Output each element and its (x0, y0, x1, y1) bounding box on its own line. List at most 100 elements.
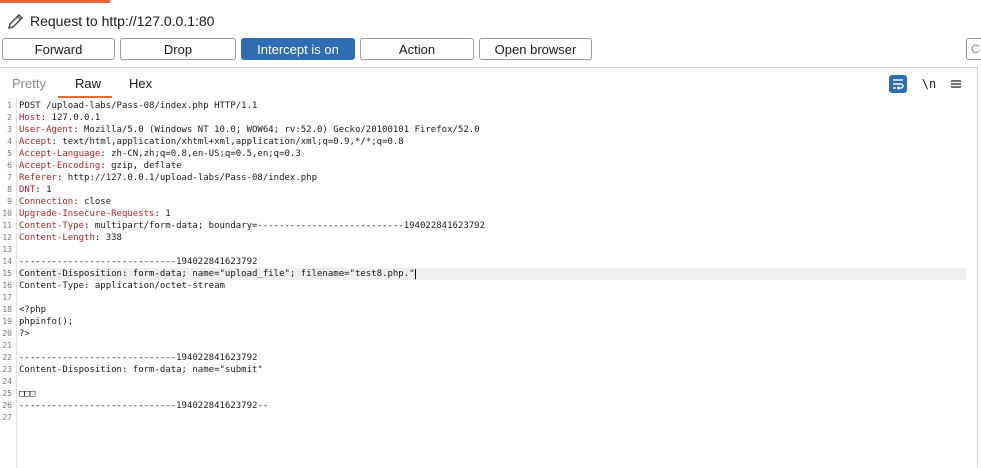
header-name: Upgrade-Insecure-Requests (19, 209, 155, 219)
request-line[interactable]: 5 Accept-Language: zh-CN,zh;q=0.8,en-US;q… (0, 148, 968, 160)
request-line[interactable]: 26 -----------------------------194022841… (0, 400, 968, 412)
request-line[interactable]: 4 Accept: text/html,application/xhtml+xml… (0, 136, 968, 148)
request-line[interactable]: 17 (0, 292, 968, 304)
header-value: : zh-CN,zh;q=0.8,en-US;q=0.5,en;q=0.3 (100, 149, 301, 159)
drop-button[interactable]: Drop (120, 38, 236, 60)
request-line[interactable]: 24 (0, 376, 968, 388)
line-number: 5 (7, 149, 12, 158)
action-button[interactable]: Action (360, 38, 474, 60)
tab-hex[interactable]: Hex (129, 76, 152, 91)
raw-request-editor[interactable]: 1 POST /upload-labs/Pass-08/index.php HTT… (0, 98, 977, 468)
header-value: : gzip, deflate (100, 161, 182, 171)
open-browser-button[interactable]: Open browser (479, 38, 592, 60)
request-title-bar: Request to http://127.0.0.1:80 (0, 6, 214, 36)
word-wrap-toggle[interactable] (889, 75, 907, 93)
hamburger-menu-icon (951, 80, 961, 88)
header-value: : 127.0.0.1 (40, 113, 101, 123)
forward-button[interactable]: Forward (2, 38, 115, 60)
line-number: 1 (7, 101, 12, 110)
request-line[interactable]: 20 ?> (0, 328, 968, 340)
header-value: : http://127.0.0.1/upload-labs/Pass-08/i… (56, 173, 318, 183)
line-number: 27 (2, 413, 12, 422)
request-line[interactable]: 15 Content-Disposition: form-data; name="… (0, 268, 968, 280)
request-line[interactable]: 10 Upgrade-Insecure-Requests: 1 (0, 208, 968, 220)
request-line[interactable]: 3 User-Agent: Mozilla/5.0 (Windows NT 10.… (0, 124, 968, 136)
header-value: phpinfo(); (19, 317, 74, 327)
request-line[interactable]: 12 Content-Length: 338 (0, 232, 968, 244)
line-number: 25 (2, 389, 12, 398)
header-value: : close (73, 197, 112, 207)
request-line[interactable]: 1 POST /upload-labs/Pass-08/index.php HTT… (0, 100, 968, 112)
request-line[interactable]: 18 <?php (0, 304, 968, 316)
header-name: Host (19, 113, 41, 123)
line-content: phpinfo(); (19, 316, 73, 328)
request-line[interactable]: 21 (0, 340, 968, 352)
header-name: Content-Length (19, 233, 95, 243)
editor-menu-button[interactable] (948, 75, 964, 93)
pencil-icon[interactable] (6, 11, 26, 31)
line-number: 8 (7, 185, 12, 194)
line-content: Referer: http://127.0.0.1/upload-labs/Pa… (19, 172, 317, 184)
line-number: 22 (2, 353, 12, 362)
line-number: 19 (2, 317, 12, 326)
header-name: Referer (19, 173, 57, 183)
request-line[interactable]: 14 -----------------------------194022841… (0, 256, 968, 268)
header-value: : multipart/form-data; boundary=--------… (84, 221, 485, 231)
line-content: Accept-Language: zh-CN,zh;q=0.8,en-US;q=… (19, 148, 301, 160)
request-line[interactable]: 27 (0, 412, 968, 424)
request-line[interactable]: 19 phpinfo(); (0, 316, 968, 328)
line-content: POST /upload-labs/Pass-08/index.php HTTP… (19, 100, 257, 112)
request-line[interactable]: 16 Content-Type: application/octet-stream (0, 280, 968, 292)
request-line[interactable]: 6 Accept-Encoding: gzip, deflate (0, 160, 968, 172)
header-name: Accept (19, 137, 52, 147)
request-line[interactable]: 13 (0, 244, 968, 256)
request-line[interactable]: 23 Content-Disposition: form-data; name="… (0, 364, 968, 376)
header-value: □□□ (19, 389, 36, 399)
intercept-toggle-button[interactable]: Intercept is on (241, 38, 355, 60)
request-lines: 1 POST /upload-labs/Pass-08/index.php HTT… (0, 100, 968, 424)
header-value: : 1 (35, 185, 52, 195)
header-value: <?php (19, 305, 47, 315)
line-number: 17 (2, 293, 12, 302)
tab-raw[interactable]: Raw (75, 76, 101, 91)
line-content: Accept: text/html,application/xhtml+xml,… (19, 136, 404, 148)
line-number: 26 (2, 401, 12, 410)
header-value: : 1 (154, 209, 171, 219)
tab-pretty[interactable]: Pretty (12, 76, 46, 91)
request-line[interactable]: 25 □□□ (0, 388, 968, 400)
line-number: 12 (2, 233, 12, 242)
line-number: 11 (2, 221, 12, 230)
line-content: User-Agent: Mozilla/5.0 (Windows NT 10.0… (19, 124, 480, 136)
line-content: -----------------------------19402284162… (19, 352, 257, 364)
line-content: □□□ (19, 388, 35, 400)
request-line[interactable]: 2 Host: 127.0.0.1 (0, 112, 968, 124)
intercept-toolbar: Forward Drop Intercept is on Action Open… (2, 38, 597, 62)
active-tab-accent (0, 0, 110, 3)
request-title: Request to http://127.0.0.1:80 (30, 13, 215, 29)
header-value: Content-Disposition: form-data; name="su… (19, 365, 263, 375)
search-input[interactable]: C (966, 38, 981, 60)
line-content: Content-Length: 338 (19, 232, 122, 244)
line-content: Host: 127.0.0.1 (19, 112, 100, 124)
line-content: Content-Disposition: form-data; name="su… (19, 364, 263, 376)
header-value: POST /upload-labs/Pass-08/index.php HTTP… (19, 101, 258, 111)
line-content: Upgrade-Insecure-Requests: 1 (19, 208, 171, 220)
line-number: 24 (2, 377, 12, 386)
line-number: 18 (2, 305, 12, 314)
line-number: 16 (2, 281, 12, 290)
show-newlines-toggle[interactable]: \n (918, 75, 940, 93)
line-number: 10 (2, 209, 12, 218)
request-line[interactable]: 7 Referer: http://127.0.0.1/upload-labs/P… (0, 172, 968, 184)
header-name: Accept-Encoding (19, 161, 101, 171)
request-line[interactable]: 11 Content-Type: multipart/form-data; bou… (0, 220, 968, 232)
request-panel: Pretty Raw Hex \n 1 POST /upload-labs/Pas… (0, 67, 978, 468)
header-value: -----------------------------19402284162… (19, 401, 269, 411)
request-line[interactable]: 8 DNT: 1 (0, 184, 968, 196)
header-value: -----------------------------19402284162… (19, 353, 258, 363)
request-line[interactable]: 22 -----------------------------194022841… (0, 352, 968, 364)
request-line[interactable]: 9 Connection: close (0, 196, 968, 208)
line-content: ?> (19, 328, 30, 340)
line-number: 2 (7, 113, 12, 122)
line-content: -----------------------------19402284162… (19, 256, 257, 268)
view-tabs: Pretty Raw Hex \n (0, 68, 977, 98)
